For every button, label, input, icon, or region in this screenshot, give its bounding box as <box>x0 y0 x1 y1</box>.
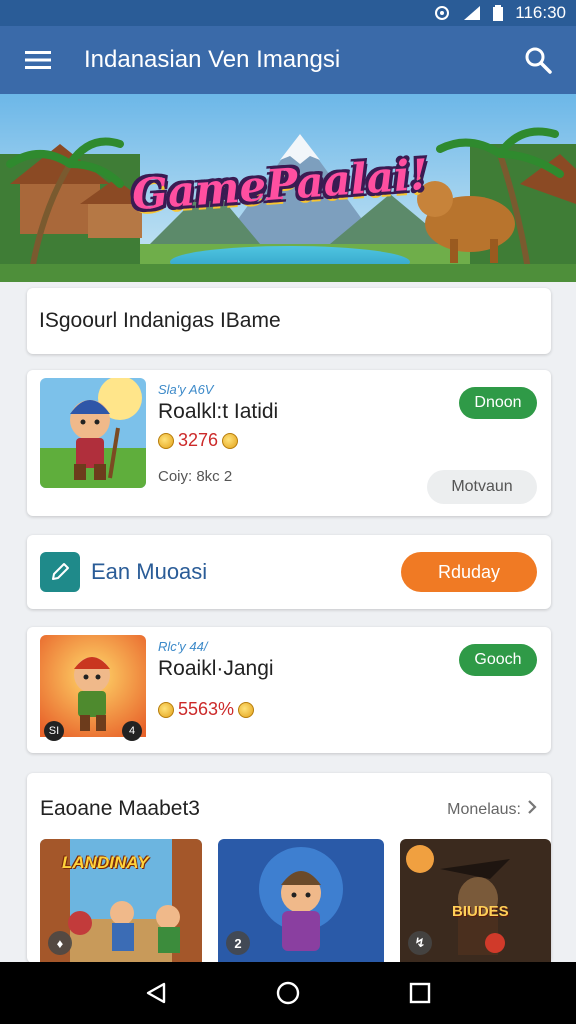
game-score-value: 3276 <box>178 430 219 450</box>
status-bar: 116:30 <box>0 0 576 26</box>
game-name: Roalkl:t Iatidi <box>158 400 279 423</box>
chevron-right-icon <box>527 799 537 820</box>
see-more-link[interactable]: Monelaus: <box>447 799 537 820</box>
section-title-card: ISgoourl Indanigas IBame <box>27 288 551 354</box>
tile-badge: ♦ <box>48 931 72 955</box>
coin-icon <box>158 701 174 718</box>
game-card[interactable]: Sla'y A6V Roalkl:t Iatidi 3276 Coiy: 8kc… <box>27 370 551 516</box>
coin-icon <box>238 701 255 718</box>
game-card[interactable]: SI 4 Rlc'y 44/ Roaikl·Jangi 5563% Gooch <box>27 627 551 753</box>
game-tag: Rlc'y 44/ <box>158 639 208 654</box>
search-icon[interactable] <box>500 26 576 94</box>
system-nav-bar <box>0 962 576 1024</box>
tile-banner-text: LANDINAY <box>62 853 149 872</box>
game-tile[interactable]: 2 <box>218 839 384 963</box>
game-tile[interactable]: BIUDES ↯ <box>400 839 551 963</box>
battery-icon <box>493 5 504 21</box>
more-games-section: Eaoane Maabet3 Monelaus: LANDINAY ♦ 2 BI… <box>27 773 551 963</box>
back-triangle-icon[interactable] <box>126 968 186 1018</box>
home-circle-icon[interactable] <box>258 968 318 1018</box>
game-score-value: 5563% <box>178 699 235 719</box>
recents-square-icon[interactable] <box>390 968 450 1018</box>
game-score: 3276 <box>158 430 239 451</box>
game-tile[interactable]: LANDINAY ♦ <box>40 839 202 963</box>
game-tag: Sla'y A6V <box>158 382 214 397</box>
vibrate-icon <box>433 5 451 21</box>
download-button[interactable]: Gooch <box>459 644 537 676</box>
promo-button[interactable]: Rduday <box>401 552 537 592</box>
signal-icon <box>463 5 481 21</box>
coin-icon <box>222 432 239 449</box>
more-info-button[interactable]: Motvaun <box>427 470 537 504</box>
thumb-badge: SI <box>44 721 64 741</box>
coin-icon <box>158 432 174 449</box>
app-title: Indanasian Ven Imangsi <box>84 46 341 73</box>
game-thumbnail[interactable] <box>40 378 146 488</box>
thumb-badge: 4 <box>122 721 142 741</box>
game-meta: Coiy: 8kc 2 <box>158 468 233 485</box>
download-button[interactable]: Dnoon <box>459 387 537 419</box>
section-title: ISgoourl Indanigas IBame <box>39 309 281 332</box>
see-more-label: Monelaus: <box>447 800 521 818</box>
game-thumbnail[interactable]: SI 4 <box>40 635 146 745</box>
tile-banner-text: BIUDES <box>452 903 509 920</box>
app-bar: Indanasian Ven Imangsi <box>0 26 576 94</box>
promo-text: Ean Muoasi <box>91 559 208 584</box>
hero-banner[interactable]: GamePaalai! <box>0 94 576 282</box>
tile-badge: 2 <box>226 931 250 955</box>
edit-icon <box>40 552 80 592</box>
game-name: Roaikl·Jangi <box>158 657 274 680</box>
tile-badge: ↯ <box>408 931 432 955</box>
more-section-title: Eaoane Maabet3 <box>40 797 200 820</box>
status-time: 116:30 <box>515 3 566 22</box>
promo-card[interactable]: Ean Muoasi Rduday <box>27 535 551 609</box>
game-score: 5563% <box>158 699 255 720</box>
hamburger-menu-icon[interactable] <box>0 26 76 94</box>
